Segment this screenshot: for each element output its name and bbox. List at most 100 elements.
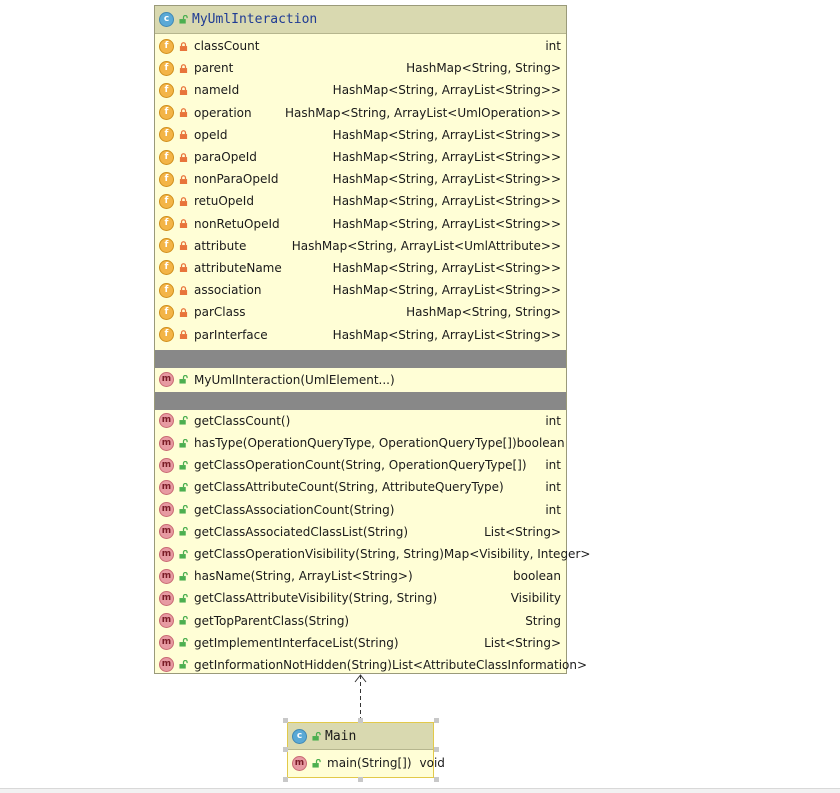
- field-row[interactable]: f attributeName HashMap<String, ArrayList<…: [155, 257, 566, 279]
- field-row[interactable]: f opeId HashMap<String, ArrayList<String>>: [155, 124, 566, 146]
- method-icon: m: [159, 590, 174, 606]
- member-name: getImplementInterfaceList(String): [194, 635, 399, 650]
- method-icon: m: [159, 479, 174, 495]
- public-visibility-icon: [312, 731, 321, 741]
- private-lock-icon: [179, 330, 188, 340]
- selection-handle[interactable]: [434, 747, 439, 752]
- class-box-main[interactable]: c Main m main(String[]) void: [287, 722, 445, 778]
- selection-handle[interactable]: [283, 718, 288, 723]
- member-name: hasType(OperationQueryType, OperationQue…: [194, 436, 517, 451]
- member-name: retuOpeId: [194, 194, 254, 209]
- class-icon: c: [159, 12, 174, 27]
- member-name: attributeName: [194, 260, 282, 275]
- method-row[interactable]: m hasType(OperationQueryType, OperationQu…: [155, 432, 566, 454]
- field-row[interactable]: f parClass HashMap<String, String>: [155, 301, 566, 323]
- field-row[interactable]: f retuOpeId HashMap<String, ArrayList<Stri…: [155, 190, 566, 212]
- field-row[interactable]: f parent HashMap<String, String>: [155, 57, 566, 79]
- member-type: Map<Visibility, Integer>: [443, 547, 591, 562]
- private-lock-icon: [179, 307, 188, 317]
- member-type: boolean: [513, 569, 561, 584]
- method-row[interactable]: m main(String[]) void: [288, 751, 445, 775]
- class-title: MyUmlInteraction: [192, 12, 318, 27]
- class-header: c MyUmlInteraction: [155, 6, 566, 34]
- method-row[interactable]: m hasName(String, ArrayList<String>) boole…: [155, 565, 566, 587]
- public-visibility-icon: [312, 758, 321, 768]
- member-type: HashMap<String, String>: [406, 61, 561, 76]
- private-lock-icon: [179, 86, 188, 95]
- method-row[interactable]: m getTopParentClass(String) String: [155, 610, 566, 632]
- member-type: List<String>: [484, 635, 561, 650]
- selection-handle[interactable]: [283, 747, 288, 752]
- member-name: classCount: [194, 39, 260, 54]
- member-name: getClassOperationCount(String, Operation…: [194, 458, 527, 473]
- field-row[interactable]: f association HashMap<String, ArrayList<St…: [155, 279, 566, 301]
- private-lock-icon: [179, 108, 188, 118]
- member-name: getClassAttributeCount(String, Attribute…: [194, 480, 504, 495]
- member-type: Visibility: [510, 591, 561, 606]
- method-icon: m: [292, 755, 307, 771]
- class-box-myumlinteraction[interactable]: c MyUmlInteraction f classCount int f parent…: [154, 5, 590, 676]
- public-visibility-icon: [179, 638, 188, 647]
- member-name: hasName(String, ArrayList<String>): [194, 569, 413, 584]
- public-visibility-icon: [179, 15, 188, 24]
- method-row[interactable]: m getClassAssociatedClassList(String) List…: [155, 521, 566, 543]
- member-type: HashMap<String, ArrayList<String>>: [332, 260, 561, 275]
- method-row[interactable]: m getClassOperationVisibility(String, Str…: [155, 543, 590, 565]
- private-lock-icon: [179, 241, 188, 251]
- field-row[interactable]: f classCount int: [155, 35, 566, 57]
- field-row[interactable]: f operation HashMap<String, ArrayList<UmlO…: [155, 102, 566, 124]
- method-row[interactable]: m getInformationNotHidden(String) List<Att…: [155, 654, 587, 676]
- selection-handle[interactable]: [358, 718, 363, 723]
- field-row[interactable]: f nonParaOpeId HashMap<String, ArrayList<S…: [155, 168, 566, 190]
- method-icon: m: [159, 413, 174, 429]
- private-lock-icon: [179, 263, 188, 273]
- member-type: HashMap<String, ArrayList<String>>: [332, 83, 561, 98]
- field-row[interactable]: f nonRetuOpeId HashMap<String, ArrayList<S…: [155, 213, 566, 235]
- field-icon: f: [159, 193, 174, 209]
- field-row[interactable]: f attribute HashMap<String, ArrayList<UmlA…: [155, 235, 566, 257]
- private-lock-icon: [179, 130, 188, 140]
- field-icon: f: [159, 60, 174, 76]
- class-title: Main: [325, 728, 357, 744]
- method-icon: m: [159, 568, 174, 584]
- method-row[interactable]: m getClassAttributeVisibility(String, Str…: [155, 587, 566, 609]
- member-type: HashMap<String, ArrayList<UmlAttribute>>: [291, 238, 561, 253]
- method-row[interactable]: m MyUmlInteraction(UmlElement...): [155, 369, 566, 391]
- method-icon: m: [159, 372, 174, 388]
- public-visibility-icon: [179, 416, 188, 425]
- private-lock-icon: [179, 174, 188, 184]
- selection-handle[interactable]: [283, 777, 288, 782]
- public-visibility-icon: [179, 616, 188, 625]
- member-name: getInformationNotHidden(String): [194, 657, 392, 672]
- field-icon: f: [159, 171, 174, 187]
- method-row[interactable]: m getClassAssociationCount(String) int: [155, 499, 566, 521]
- selection-handle[interactable]: [434, 777, 439, 782]
- selection-handle[interactable]: [358, 777, 363, 782]
- public-visibility-icon: [179, 438, 188, 448]
- field-row[interactable]: f nameId HashMap<String, ArrayList<String>…: [155, 79, 566, 101]
- dependency-arrow[interactable]: [350, 672, 372, 724]
- method-row[interactable]: m getImplementInterfaceList(String) List<S…: [155, 632, 566, 654]
- member-type: int: [545, 502, 561, 517]
- public-visibility-icon: [179, 460, 188, 470]
- public-visibility-icon: [179, 505, 188, 514]
- member-name: opeId: [194, 127, 228, 142]
- public-visibility-icon: [179, 527, 188, 536]
- method-row[interactable]: m getClassCount() int: [155, 410, 566, 432]
- selection-handle[interactable]: [434, 718, 439, 723]
- public-visibility-icon: [179, 482, 188, 492]
- field-icon: f: [159, 282, 174, 298]
- public-visibility-icon: [179, 375, 188, 384]
- field-row[interactable]: f parInterface HashMap<String, ArrayList<S…: [155, 323, 566, 345]
- member-type: HashMap<String, ArrayList<String>>: [332, 194, 561, 209]
- field-row[interactable]: f paraOpeId HashMap<String, ArrayList<Stri…: [155, 146, 566, 168]
- class-header: c Main: [288, 723, 433, 750]
- section-separator: [155, 349, 566, 368]
- field-icon: f: [159, 216, 174, 232]
- public-visibility-icon: [179, 593, 188, 603]
- field-icon: f: [159, 260, 174, 276]
- method-row[interactable]: m getClassAttributeCount(String, Attribut…: [155, 476, 566, 498]
- member-type: List<AttributeClassInformation>: [391, 657, 588, 672]
- method-row[interactable]: m getClassOperationCount(String, Operatio…: [155, 454, 566, 476]
- constructors-section: m MyUmlInteraction(UmlElement...): [155, 368, 566, 391]
